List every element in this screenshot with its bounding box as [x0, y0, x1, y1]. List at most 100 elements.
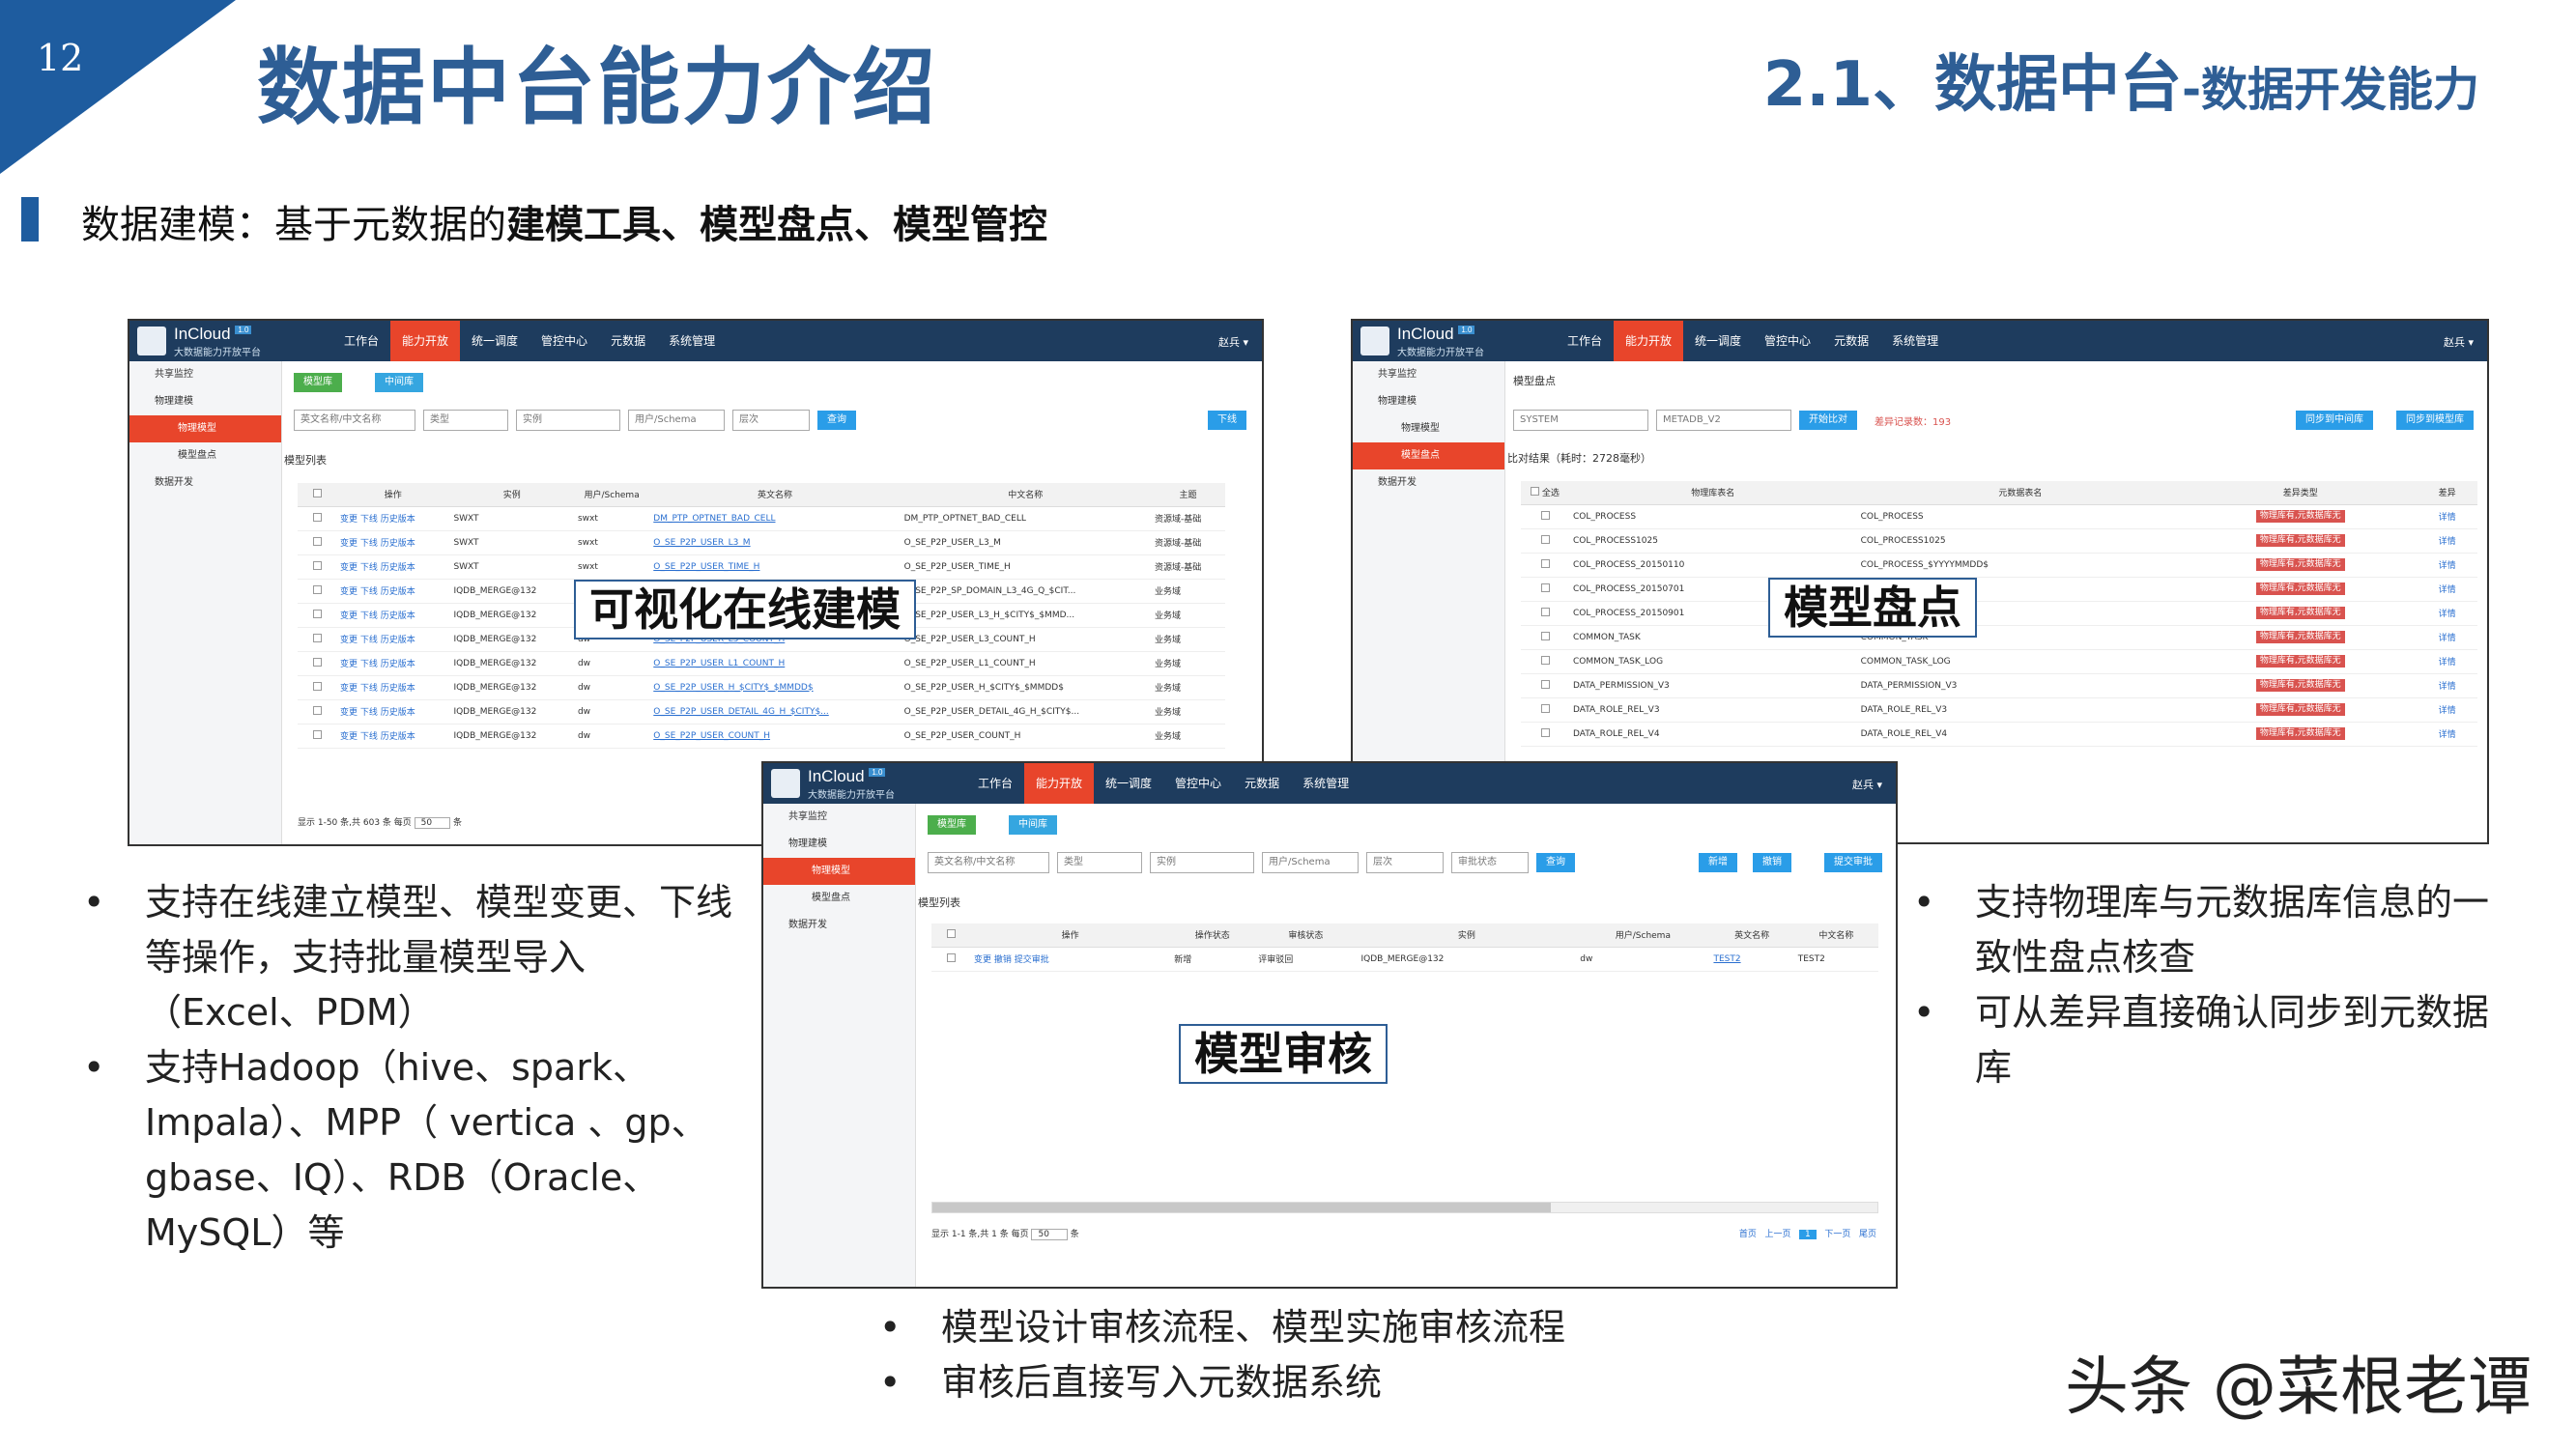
- cell-en-name[interactable]: O_SE_P2P_USER_L3_M: [653, 538, 750, 548]
- row-checkbox[interactable]: [1540, 558, 1550, 568]
- page-size-select[interactable]: 50: [1031, 1229, 1068, 1240]
- cell-en-name[interactable]: DM_PTP_OPTNET_BAD_CELL: [653, 514, 775, 524]
- table-row[interactable]: 变更 下线 历史版本 SWXT swxt O_SE_P2P_USER_L3_M O_SE…: [298, 530, 1225, 555]
- cell-en-name[interactable]: O_SE_P2P_USER_H_$CITY$_$MMDD$: [653, 683, 813, 693]
- cell-en-name[interactable]: O_SE_P2P_USER_DETAIL_4G_H_$CITY$...: [653, 707, 828, 717]
- select-all-checkbox[interactable]: [1531, 487, 1540, 497]
- schema-select[interactable]: 用户/Schema: [1262, 852, 1359, 873]
- row-checkbox[interactable]: [1540, 631, 1550, 640]
- row-checkbox[interactable]: [312, 633, 322, 642]
- detail-link[interactable]: 详情: [2439, 585, 2456, 595]
- row-checkbox[interactable]: [946, 952, 956, 962]
- table-row[interactable]: COL_PROCESS_20150110 COL_PROCESS_$YYYYMMD…: [1521, 553, 2477, 578]
- offline-link[interactable]: 下线: [360, 684, 378, 694]
- row-checkbox[interactable]: [312, 584, 322, 594]
- offline-link[interactable]: 下线: [360, 515, 378, 525]
- change-link[interactable]: 变更: [340, 587, 358, 597]
- row-checkbox[interactable]: [1540, 727, 1550, 737]
- query-button[interactable]: 查询: [1536, 853, 1575, 872]
- horizontal-scrollbar[interactable]: [931, 1202, 1878, 1213]
- submit-review-button[interactable]: 提交审批: [1824, 853, 1882, 872]
- change-link[interactable]: 变更: [340, 660, 358, 669]
- detail-link[interactable]: 详情: [2439, 610, 2456, 619]
- detail-link[interactable]: 详情: [2439, 682, 2456, 692]
- row-checkbox[interactable]: [312, 609, 322, 618]
- sidebar-item-physical-model[interactable]: 物理模型: [763, 858, 915, 885]
- offline-link[interactable]: 下线: [360, 539, 378, 549]
- query-button[interactable]: 查询: [817, 411, 856, 430]
- cell-en-name[interactable]: O_SE_P2P_USER_TIME_H: [653, 562, 759, 572]
- detail-link[interactable]: 详情: [2439, 634, 2456, 643]
- table-row[interactable]: DATA_ROLE_REL_V4 DATA_ROLE_REL_V4 物理库有,元数据…: [1521, 722, 2477, 747]
- offline-link[interactable]: 下线: [360, 732, 378, 742]
- instance-select[interactable]: 实例: [516, 410, 620, 431]
- pager-next[interactable]: 下一页: [1824, 1230, 1850, 1239]
- tab-model-lib[interactable]: 模型库: [294, 373, 342, 392]
- row-checkbox[interactable]: [312, 536, 322, 546]
- change-link[interactable]: 变更: [340, 708, 358, 718]
- sidebar-item-dev[interactable]: 数据开发: [1353, 469, 1504, 497]
- table-row[interactable]: COL_PROCESS1025 COL_PROCESS1025 物理库有,元数据库无…: [1521, 528, 2477, 554]
- nav-capability[interactable]: 能力开放: [1024, 763, 1095, 804]
- nav-workbench[interactable]: 工作台: [1556, 321, 1614, 361]
- nav-workbench[interactable]: 工作台: [966, 763, 1024, 804]
- detail-link[interactable]: 详情: [2439, 658, 2456, 668]
- row-checkbox[interactable]: [312, 657, 322, 667]
- detail-link[interactable]: 详情: [2439, 730, 2456, 740]
- row-checkbox[interactable]: [1540, 703, 1550, 713]
- history-link[interactable]: 历史版本: [381, 636, 415, 645]
- offline-link[interactable]: 下线: [360, 636, 378, 645]
- row-checkbox[interactable]: [312, 729, 322, 739]
- cell-en-name[interactable]: TEST2: [1713, 954, 1740, 964]
- user-menu[interactable]: 赵兵 ▾: [1218, 334, 1248, 350]
- row-checkbox[interactable]: [312, 512, 322, 522]
- nav-system[interactable]: 系统管理: [1291, 763, 1360, 804]
- tab-middle-lib[interactable]: 中间库: [1009, 815, 1057, 835]
- history-link[interactable]: 历史版本: [381, 684, 415, 694]
- nav-schedule[interactable]: 统一调度: [1094, 763, 1163, 804]
- table-row[interactable]: 变更 下线 历史版本 SWXT swxt DM_PTP_OPTNET_BAD_CELL…: [298, 506, 1225, 531]
- row-checkbox[interactable]: [1540, 679, 1550, 689]
- nav-metadata[interactable]: 元数据: [1233, 763, 1291, 804]
- table-row[interactable]: DATA_PERMISSION_V3 DATA_PERMISSION_V3 物理库有…: [1521, 673, 2477, 698]
- detail-link[interactable]: 详情: [2439, 513, 2456, 523]
- schema-select[interactable]: 用户/Schema: [628, 410, 725, 431]
- change-link[interactable]: 变更: [340, 563, 358, 573]
- nav-metadata[interactable]: 元数据: [1822, 321, 1880, 361]
- history-link[interactable]: 历史版本: [381, 515, 415, 525]
- pager-current[interactable]: 1: [1799, 1230, 1817, 1239]
- schema-select[interactable]: SYSTEM: [1513, 410, 1648, 431]
- sidebar-item-physical-model[interactable]: 物理模型: [1353, 415, 1504, 442]
- history-link[interactable]: 历史版本: [381, 563, 415, 573]
- nav-system[interactable]: 系统管理: [1880, 321, 1950, 361]
- history-link[interactable]: 历史版本: [381, 732, 415, 742]
- sidebar-item-monitor[interactable]: 共享监控: [129, 361, 281, 388]
- detail-link[interactable]: 详情: [2439, 537, 2456, 547]
- change-link[interactable]: 变更: [340, 515, 358, 525]
- nav-metadata[interactable]: 元数据: [599, 321, 657, 361]
- nav-schedule[interactable]: 统一调度: [460, 321, 530, 361]
- history-link[interactable]: 历史版本: [381, 611, 415, 621]
- row-checkbox[interactable]: [1540, 607, 1550, 616]
- compare-button[interactable]: 开始比对: [1799, 411, 1857, 430]
- metadb-select[interactable]: METADB_V2: [1656, 410, 1791, 431]
- sidebar-item-physical-modeling[interactable]: 物理建模: [763, 831, 915, 858]
- sidebar-item-inventory[interactable]: 模型盘点: [129, 442, 281, 469]
- row-checkbox[interactable]: [1540, 655, 1550, 665]
- sidebar-item-physical-modeling[interactable]: 物理建模: [129, 388, 281, 415]
- change-link[interactable]: 变更: [340, 732, 358, 742]
- nav-control[interactable]: 管控中心: [530, 321, 599, 361]
- row-checkbox[interactable]: [1540, 534, 1550, 544]
- nav-capability[interactable]: 能力开放: [1614, 321, 1684, 361]
- table-row[interactable]: COL_PROCESS COL_PROCESS 物理库有,元数据库无 详情: [1521, 504, 2477, 529]
- row-checkbox[interactable]: [1540, 582, 1550, 592]
- table-row[interactable]: 变更 下线 历史版本IQDB_MERGE@132dwO_SE_P2P_USER_…: [298, 724, 1225, 749]
- submit-link[interactable]: 提交审批: [1015, 955, 1049, 965]
- table-row[interactable]: 变更 下线 历史版本IQDB_MERGE@132dwO_SE_P2P_USER_…: [298, 675, 1225, 700]
- sidebar-item-monitor[interactable]: 共享监控: [763, 804, 915, 831]
- tab-middle-lib[interactable]: 中间库: [375, 373, 423, 392]
- type-select[interactable]: 类型: [1057, 852, 1142, 873]
- table-row[interactable]: COL_PROCESS_20150901 物理库有,元数据库无 详情: [1521, 601, 2477, 626]
- row-checkbox[interactable]: [312, 681, 322, 691]
- table-row[interactable]: 变更 下线 历史版本 SWXT swxt O_SE_P2P_USER_TIME_H O_…: [298, 554, 1225, 580]
